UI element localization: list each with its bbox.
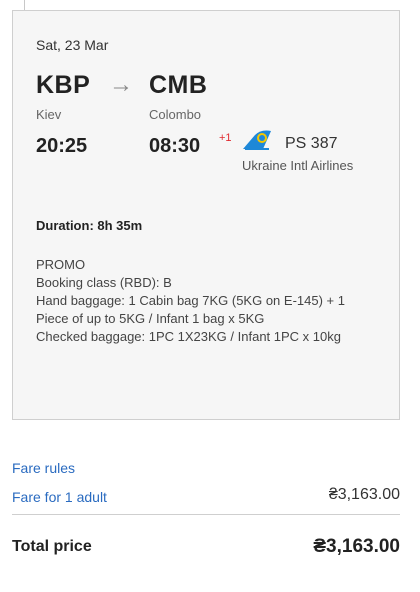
- checked-baggage: Checked baggage: 1PC 1X23KG / Infant 1PC…: [36, 329, 341, 344]
- timeline-connector: [24, 0, 25, 10]
- booking-class: Booking class (RBD): B: [36, 275, 172, 290]
- hand-baggage: Hand baggage: 1 Cabin bag 7KG (5KG on E-…: [36, 293, 345, 326]
- destination-city: Colombo: [149, 107, 202, 122]
- fare-type: PROMO: [36, 257, 86, 272]
- flight-date: Sat, 23 Mar: [36, 37, 109, 53]
- origin-city: Kiev: [36, 107, 62, 122]
- flight-duration: Duration: 8h 35m: [36, 218, 143, 233]
- fare-for-adult-price: ₴3,163.00: [328, 486, 400, 503]
- fare-rules-link[interactable]: Fare rules: [12, 460, 75, 476]
- total-price-label: Total price: [12, 538, 92, 555]
- flight-number: PS 387: [285, 135, 338, 152]
- flight-segment-card: Sat, 23 Mar KBP → CMB Kiev Colombo 20:25…: [12, 10, 400, 420]
- destination-airport-code: CMB: [149, 71, 208, 99]
- day-offset-badge: +1: [219, 132, 232, 144]
- price-divider: [12, 514, 400, 515]
- fare-for-adult-link[interactable]: Fare for 1 adult: [12, 489, 107, 505]
- origin-airport-code: KBP: [36, 71, 91, 99]
- arrival-time: 08:30: [149, 135, 201, 157]
- arrow-right-icon: →: [109, 71, 133, 98]
- total-price-value: ₴3,163.00: [313, 536, 400, 557]
- fare-details: PROMO Booking class (RBD): B Hand baggag…: [36, 256, 381, 346]
- departure-time: 20:25: [36, 135, 88, 157]
- airline-logo-icon: [243, 130, 271, 150]
- airline-name: Ukraine Intl Airlines: [242, 158, 354, 173]
